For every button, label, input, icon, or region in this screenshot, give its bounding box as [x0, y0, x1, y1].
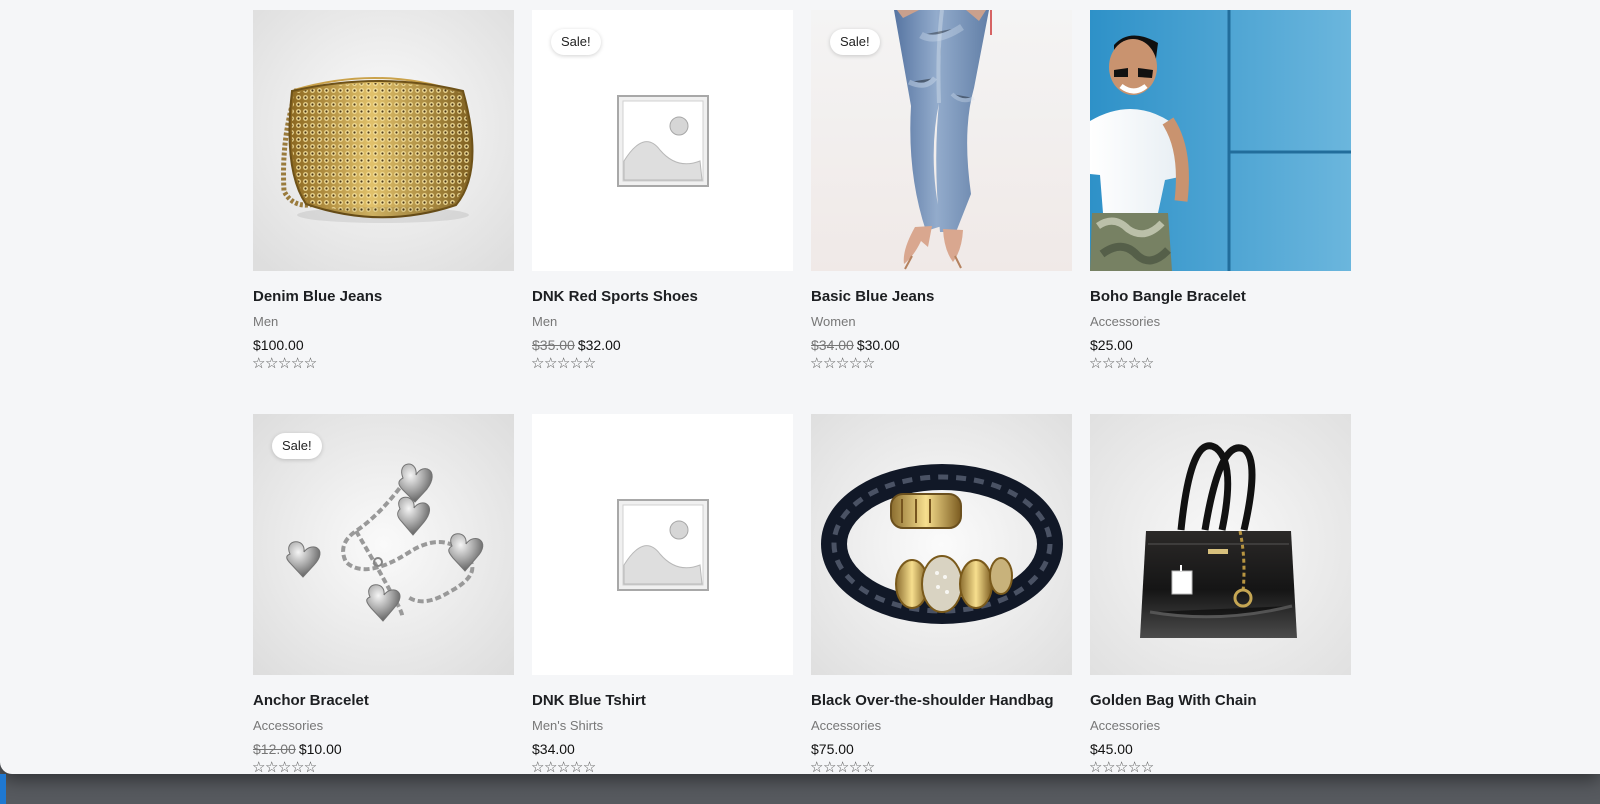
- product-image-link[interactable]: Sale!: [532, 10, 793, 271]
- product-image-link[interactable]: [532, 414, 793, 675]
- star-rating-icon: ☆☆☆☆☆: [252, 354, 317, 372]
- product-title[interactable]: Denim Blue Jeans: [253, 287, 514, 307]
- product-category[interactable]: Accessories: [811, 717, 881, 735]
- product-image-link[interactable]: [1090, 414, 1351, 675]
- current-price: $75.00: [811, 741, 854, 757]
- product-card[interactable]: Denim Blue Jeans Men $100.00 ☆☆☆☆☆: [252, 10, 514, 390]
- star-rating-icon: ☆☆☆☆☆: [810, 758, 875, 774]
- product-image-link[interactable]: [811, 414, 1072, 675]
- smiling-man-image: [1090, 10, 1351, 271]
- product-title[interactable]: Boho Bangle Bracelet: [1090, 287, 1351, 307]
- product-category[interactable]: Accessories: [1090, 313, 1160, 331]
- product-card[interactable]: Golden Bag With Chain Accessories $45.00…: [1089, 414, 1351, 774]
- current-price: $100.00: [253, 337, 304, 353]
- current-price: $45.00: [1090, 741, 1133, 757]
- sale-badge: Sale!: [272, 433, 322, 459]
- product-image-link[interactable]: Sale!: [253, 414, 514, 675]
- gold-mesh-bag-image: [253, 10, 514, 271]
- product-category[interactable]: Accessories: [253, 717, 323, 735]
- product-image-link[interactable]: Sale!: [811, 10, 1072, 271]
- current-price: $32.00: [577, 337, 621, 353]
- desktop-background: Denim Blue Jeans Men $100.00 ☆☆☆☆☆ Sale!: [0, 0, 1600, 804]
- current-price: $30.00: [856, 337, 900, 353]
- current-price: $25.00: [1090, 337, 1133, 353]
- price: $34.00 $30.00: [811, 336, 900, 354]
- product-card[interactable]: DNK Blue Tshirt Men's Shirts $34.00 ☆☆☆☆…: [531, 414, 793, 774]
- price: $12.00 $10.00: [253, 740, 342, 758]
- price: $45.00: [1090, 740, 1133, 758]
- product-card[interactable]: Boho Bangle Bracelet Accessories $25.00 …: [1089, 10, 1351, 390]
- product-category[interactable]: Women: [811, 313, 856, 331]
- black-braided-bracelet-image: [811, 414, 1072, 675]
- star-rating-icon: ☆☆☆☆☆: [531, 758, 596, 774]
- star-rating-icon: ☆☆☆☆☆: [252, 758, 317, 774]
- old-price: $34.00: [811, 337, 854, 353]
- product-image-link[interactable]: [1090, 10, 1351, 271]
- old-price: $12.00: [253, 741, 296, 757]
- star-rating-icon: ☆☆☆☆☆: [810, 354, 875, 372]
- price: $34.00: [532, 740, 575, 758]
- price: $100.00: [253, 336, 304, 354]
- star-rating-icon: ☆☆☆☆☆: [1089, 354, 1154, 372]
- blue-window-edge: [0, 774, 6, 804]
- browser-window: Denim Blue Jeans Men $100.00 ☆☆☆☆☆ Sale!: [0, 0, 1600, 774]
- black-handbag-image: [1090, 414, 1351, 675]
- old-price: $35.00: [532, 337, 575, 353]
- product-title[interactable]: Golden Bag With Chain: [1090, 691, 1351, 711]
- product-image-link[interactable]: [253, 10, 514, 271]
- product-title[interactable]: Basic Blue Jeans: [811, 287, 1072, 307]
- current-price: $34.00: [532, 741, 575, 757]
- product-card[interactable]: Black Over-the-shoulder Handbag Accessor…: [810, 414, 1072, 774]
- price: $75.00: [811, 740, 854, 758]
- product-card[interactable]: Sale! DNK Red Sports Shoes Men $35.00 $32…: [531, 10, 793, 390]
- product-card[interactable]: Sale!: [810, 10, 1072, 390]
- price: $35.00 $32.00: [532, 336, 621, 354]
- product-card[interactable]: Sale!: [252, 414, 514, 774]
- star-rating-icon: ☆☆☆☆☆: [1089, 758, 1154, 774]
- product-title[interactable]: DNK Red Sports Shoes: [532, 287, 793, 307]
- sale-badge: Sale!: [551, 29, 601, 55]
- current-price: $10.00: [298, 741, 342, 757]
- price: $25.00: [1090, 336, 1133, 354]
- product-title[interactable]: Anchor Bracelet: [253, 691, 514, 711]
- product-title[interactable]: DNK Blue Tshirt: [532, 691, 793, 711]
- product-grid: Denim Blue Jeans Men $100.00 ☆☆☆☆☆ Sale!: [252, 10, 1351, 774]
- product-category[interactable]: Men's Shirts: [532, 717, 603, 735]
- placeholder-image: [532, 414, 793, 675]
- product-category[interactable]: Men: [532, 313, 557, 331]
- product-title[interactable]: Black Over-the-shoulder Handbag: [811, 691, 1072, 711]
- product-category[interactable]: Accessories: [1090, 717, 1160, 735]
- product-category[interactable]: Men: [253, 313, 278, 331]
- sale-badge: Sale!: [830, 29, 880, 55]
- star-rating-icon: ☆☆☆☆☆: [531, 354, 596, 372]
